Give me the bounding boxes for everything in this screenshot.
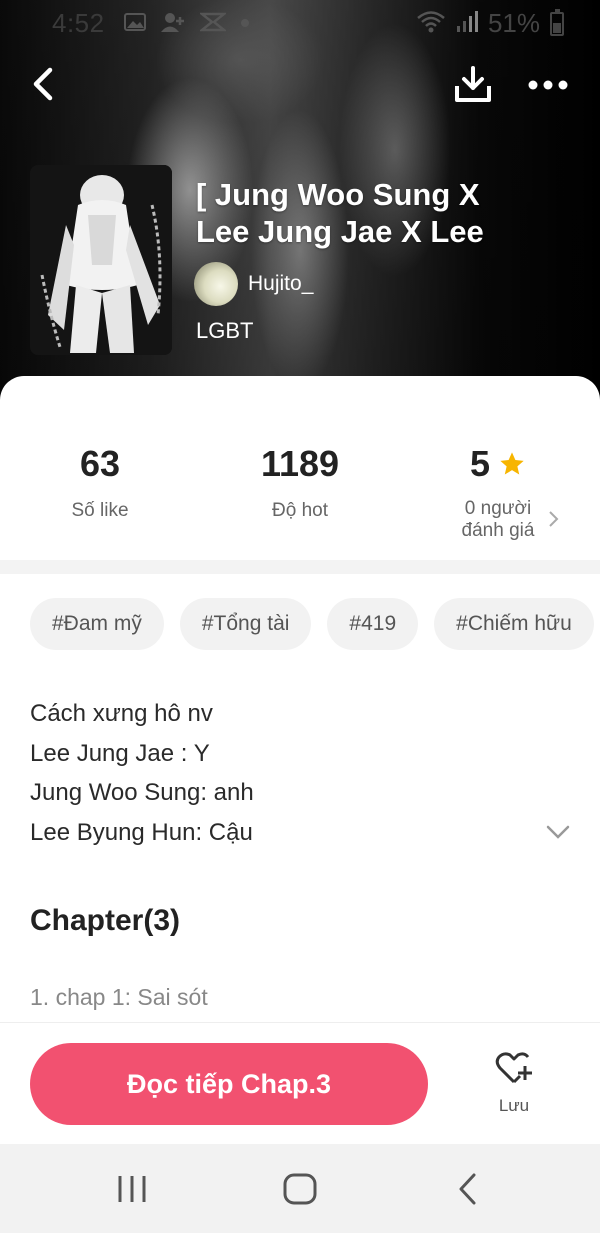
battery-percentage: 51% xyxy=(487,8,540,38)
save-label: Lưu xyxy=(498,1096,530,1115)
star-icon xyxy=(500,452,524,475)
more-dots-icon xyxy=(528,80,568,90)
image-icon xyxy=(124,12,146,37)
stat-rating[interactable]: 5 0 người đánh giá xyxy=(398,442,598,542)
section-divider xyxy=(0,560,600,574)
dot-icon xyxy=(240,12,250,37)
system-back-icon xyxy=(459,1173,476,1205)
description-line: Jung Woo Sung: anh xyxy=(30,779,254,806)
wifi-icon xyxy=(416,9,446,38)
description-line: Cách xưng hô nv xyxy=(30,700,213,727)
bottom-action-bar: Đọc tiếp Chap.3 Lưu xyxy=(0,1022,600,1144)
more-options-button[interactable] xyxy=(526,70,570,100)
author-name: Hujito_ xyxy=(248,272,314,295)
add-contact-icon xyxy=(160,11,186,38)
battery-icon xyxy=(550,8,564,36)
chevron-down-icon xyxy=(546,825,570,839)
system-back-button[interactable] xyxy=(456,1172,480,1206)
back-arrow-icon xyxy=(33,67,53,101)
chevron-right-icon xyxy=(548,510,560,534)
story-category: LGBT xyxy=(196,318,254,343)
recent-apps-button[interactable] xyxy=(115,1174,149,1204)
stat-likes: 63 Số like xyxy=(0,442,200,522)
continue-reading-button[interactable]: Đọc tiếp Chap.3 xyxy=(30,1043,428,1125)
description-line: Lee Byung Hun: Cậu xyxy=(30,818,253,846)
tag-chip[interactable]: #Tổng tài xyxy=(179,598,312,650)
stats-row: 63 Số like 1189 Độ hot 5 0 người đánh gi… xyxy=(0,376,600,560)
status-bar: 4:52 51% xyxy=(0,0,600,46)
stat-rating-value: 5 xyxy=(469,443,491,484)
stat-hot-value: 1189 xyxy=(260,443,340,484)
home-button[interactable] xyxy=(282,1172,318,1206)
story-title: [ Jung Woo Sung X Lee Jung Jae X Lee xyxy=(196,177,484,249)
recents-icon xyxy=(118,1176,146,1202)
signal-icon xyxy=(456,9,478,38)
stat-rating-value-row: 5 xyxy=(470,442,526,486)
back-button[interactable] xyxy=(24,62,64,106)
story-cover-image[interactable] xyxy=(30,165,172,355)
description-line: Lee Jung Jae : Y xyxy=(30,739,210,767)
stat-hot-label: Độ hot xyxy=(272,500,328,521)
download-button[interactable] xyxy=(452,64,494,106)
stat-likes-value: 63 xyxy=(79,443,121,484)
tag-chip[interactable]: #419 xyxy=(327,598,419,650)
chapter-list-item[interactable]: 1. chap 1: Sai sót xyxy=(30,984,208,1011)
capcut-icon xyxy=(198,12,228,37)
author-link[interactable]: Hujito_ xyxy=(194,262,313,306)
tag-list: #Đam mỹ #Tổng tài #419 #Chiếm hữu xyxy=(30,598,594,650)
download-icon xyxy=(455,66,491,102)
author-avatar xyxy=(194,262,238,306)
system-navigation-bar xyxy=(0,1144,600,1233)
stat-hot: 1189 Độ hot xyxy=(200,442,400,522)
home-icon xyxy=(283,1173,317,1205)
expand-description-button[interactable] xyxy=(544,822,572,842)
stat-rating-label: 0 người đánh giá xyxy=(461,498,535,541)
tag-chip[interactable]: #Đam mỹ xyxy=(30,598,164,650)
status-time: 4:52 xyxy=(52,8,105,38)
save-button[interactable]: Lưu xyxy=(478,1051,550,1123)
story-description: Cách xưng hô nv Lee Jung Jae : Y Jung Wo… xyxy=(30,694,530,852)
chapter-heading: Chapter(3) xyxy=(30,904,181,937)
stat-likes-label: Số like xyxy=(71,500,129,521)
heart-plus-icon xyxy=(495,1052,532,1084)
tag-chip[interactable]: #Chiếm hữu xyxy=(434,598,594,650)
status-notification-icons xyxy=(124,11,250,38)
status-system-icons: 51% xyxy=(416,8,564,39)
